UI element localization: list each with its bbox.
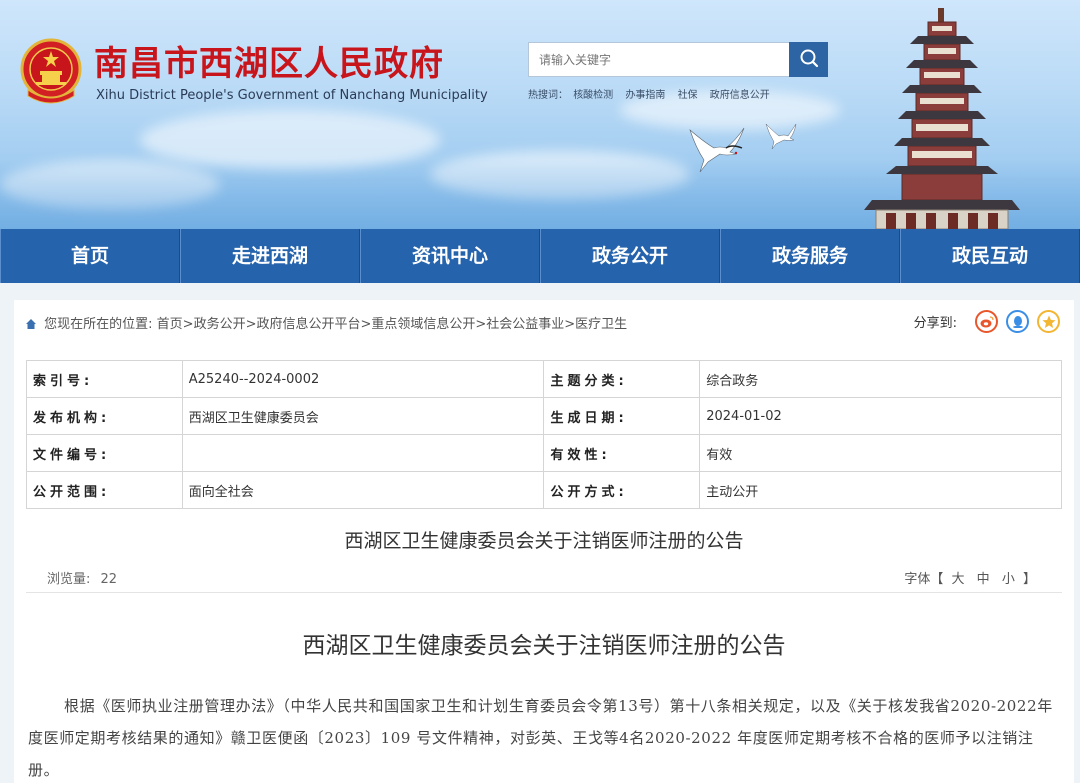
search-icon: [800, 49, 818, 68]
share-bar: 分享到:: [914, 310, 1060, 333]
article-title: 西湖区卫生健康委员会关于注销医师注册的公告: [302, 633, 786, 659]
table-row: 文件编号: 有效性: 有效: [26, 434, 1062, 472]
home-icon: [26, 319, 36, 329]
font-medium-button[interactable]: 中: [977, 572, 990, 587]
meta-value: [181, 434, 545, 472]
search-button[interactable]: [789, 42, 828, 77]
nav-item-home[interactable]: 首页: [0, 229, 180, 283]
meta-value: 有效: [699, 434, 1062, 472]
table-row: 发布机构: 西湖区卫生健康委员会 生成日期: 2024-01-02: [26, 397, 1062, 435]
nav-item-news[interactable]: 资讯中心: [360, 229, 540, 283]
font-large-button[interactable]: 大: [952, 572, 965, 587]
breadcrumb: 您现在所在的位置: 首页>政务公开>政府信息公开平台>重点领域信息公开>社会公益…: [26, 313, 627, 332]
meta-value: 综合政务: [699, 360, 1062, 398]
views-value: 22: [100, 572, 118, 587]
site-subtitle: Xihu District People's Government of Nan…: [96, 88, 488, 103]
hot-word[interactable]: 办事指南: [625, 90, 665, 101]
nav-item-interaction[interactable]: 政民互动: [900, 229, 1080, 283]
crane-bird-image: [689, 127, 745, 173]
hot-word[interactable]: 核酸检测: [573, 90, 613, 101]
hot-searches: 热搜词： 核酸检测 办事指南 社保 政府信息公开: [528, 86, 779, 101]
weibo-icon: [980, 315, 994, 327]
meta-value: 主动公开: [699, 471, 1062, 509]
meta-key: 公开范围:: [26, 471, 183, 509]
meta-key: 有效性:: [543, 434, 701, 472]
breadcrumb-path[interactable]: 首页>政务公开>政府信息公开平台>重点领域信息公开>社会公益事业>医疗卫生: [157, 317, 627, 332]
qzone-share-button[interactable]: [1037, 310, 1060, 333]
nav-item-gov-affairs[interactable]: 政务公开: [540, 229, 720, 283]
content-panel: 您现在所在的位置: 首页>政务公开>政府信息公开平台>重点领域信息公开>社会公益…: [14, 300, 1074, 783]
meta-key: 索引号:: [26, 360, 183, 398]
share-label: 分享到:: [913, 316, 957, 331]
nav-item-about-xihu[interactable]: 走进西湖: [180, 229, 360, 283]
meta-key: 公开方式:: [543, 471, 701, 509]
divider: [26, 592, 1062, 593]
document-metadata-table: 索引号: A25240--2024-0002 主题分类: 综合政务 发布机构: …: [26, 360, 1062, 509]
breadcrumb-prefix: 您现在所在的位置:: [44, 317, 153, 332]
table-row: 公开范围: 面向全社会 公开方式: 主动公开: [26, 471, 1062, 509]
meta-key: 生成日期:: [543, 397, 701, 435]
table-row: 索引号: A25240--2024-0002 主题分类: 综合政务: [26, 360, 1062, 398]
qq-icon: [1012, 316, 1023, 328]
qq-share-button[interactable]: [1006, 310, 1029, 333]
font-size-control: 字体【 大 中 小 】: [904, 568, 1036, 587]
crane-bird-image: [765, 123, 797, 150]
article-body: 根据《医师执业注册管理办法》（中华人民共和国国家卫生和计划生育委员会令第13号）…: [28, 697, 1053, 779]
meta-key: 主题分类:: [543, 360, 701, 398]
hot-label: 热搜词：: [528, 90, 568, 101]
hot-word[interactable]: 社保: [678, 90, 698, 101]
meta-value: A25240--2024-0002: [181, 360, 545, 398]
national-emblem-icon: [20, 38, 82, 104]
meta-value: 西湖区卫生健康委员会: [181, 397, 545, 435]
main-nav: 首页 走进西湖 资讯中心 政务公开 政务服务 政民互动: [0, 229, 1080, 283]
nav-item-services[interactable]: 政务服务: [720, 229, 900, 283]
meta-key: 发布机构:: [26, 397, 183, 435]
font-small-button[interactable]: 小: [1002, 572, 1015, 587]
font-size-label: 字体【: [904, 572, 944, 587]
weibo-share-button[interactable]: [975, 310, 998, 333]
views-label: 浏览量:: [47, 572, 91, 587]
qzone-icon: [1042, 315, 1055, 328]
hot-word[interactable]: 政府信息公开: [710, 90, 770, 101]
meta-key: 文件编号:: [26, 434, 183, 472]
page-title: 西湖区卫生健康委员会关于注销医师注册的公告: [344, 530, 744, 552]
site-header: 南昌市西湖区人民政府 Xihu District People's Govern…: [0, 0, 1080, 229]
site-title[interactable]: 南昌市西湖区人民政府: [94, 36, 444, 85]
view-count: 浏览量: 22: [47, 568, 117, 587]
pagoda-image: [864, 8, 1020, 229]
meta-value: 面向全社会: [181, 471, 545, 509]
search-input[interactable]: [528, 42, 790, 77]
font-size-close: 】: [1022, 572, 1036, 587]
meta-value: 2024-01-02: [699, 397, 1062, 435]
